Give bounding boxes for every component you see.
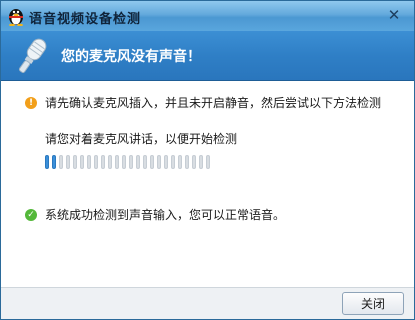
window-title: 语音视频设备检测 bbox=[29, 12, 142, 27]
meter-segment bbox=[80, 155, 84, 169]
success-row: ✓ 系统成功检测到声音输入，您可以正常语音。 bbox=[25, 206, 285, 223]
meter-segment bbox=[129, 155, 133, 169]
meter-segment bbox=[171, 155, 175, 169]
meter-segment bbox=[143, 155, 147, 169]
meter-segment bbox=[178, 155, 182, 169]
dialog-window: 语音视频设备检测 ✕ 您的麦克风没有声音！ ! 请先确认麦克风插入，并且未开启静… bbox=[0, 0, 415, 320]
meter-segment bbox=[115, 155, 119, 169]
success-message: 系统成功检测到声音输入，您可以正常语音。 bbox=[45, 208, 286, 222]
meter-segment bbox=[136, 155, 140, 169]
meter-segment bbox=[206, 155, 210, 169]
meter-segment bbox=[59, 155, 63, 169]
instruction-row: ! 请先确认麦克风插入，并且未开启静音，然后尝试以下方法检测 bbox=[25, 94, 381, 111]
meter-segment bbox=[66, 155, 70, 169]
content-area: ! 请先确认麦克风插入，并且未开启静音，然后尝试以下方法检测 请您对着麦克风讲话… bbox=[1, 82, 414, 287]
check-icon: ✓ bbox=[25, 208, 37, 221]
meter-segment bbox=[199, 155, 203, 169]
meter-segment bbox=[150, 155, 154, 169]
speak-prompt: 请您对着麦克风讲话，以便开始检测 bbox=[45, 132, 238, 146]
meter-segment bbox=[52, 155, 56, 169]
meter-segment bbox=[45, 155, 49, 169]
close-button[interactable]: 关闭 bbox=[342, 292, 404, 315]
banner-title: 您的麦克风没有声音！ bbox=[61, 49, 201, 65]
meter-segment bbox=[157, 155, 161, 169]
volume-level-meter bbox=[45, 155, 210, 169]
info-icon: ! bbox=[25, 96, 37, 109]
title-bar[interactable]: 语音视频设备检测 ✕ bbox=[1, 1, 414, 31]
instruction-text: 请先确认麦克风插入，并且未开启静音，然后尝试以下方法检测 bbox=[45, 96, 382, 110]
meter-segment bbox=[87, 155, 91, 169]
close-icon[interactable]: ✕ bbox=[384, 5, 404, 25]
footer-bar: 关闭 bbox=[1, 287, 414, 319]
status-banner: 您的麦克风没有声音！ bbox=[1, 31, 414, 81]
meter-segment bbox=[108, 155, 112, 169]
meter-segment bbox=[192, 155, 196, 169]
meter-segment bbox=[73, 155, 77, 169]
microphone-icon bbox=[18, 38, 47, 73]
qq-penguin-icon bbox=[9, 9, 23, 26]
meter-segment bbox=[164, 155, 168, 169]
meter-segment bbox=[122, 155, 126, 169]
meter-segment bbox=[185, 155, 189, 169]
meter-segment bbox=[94, 155, 98, 169]
meter-segment bbox=[101, 155, 105, 169]
